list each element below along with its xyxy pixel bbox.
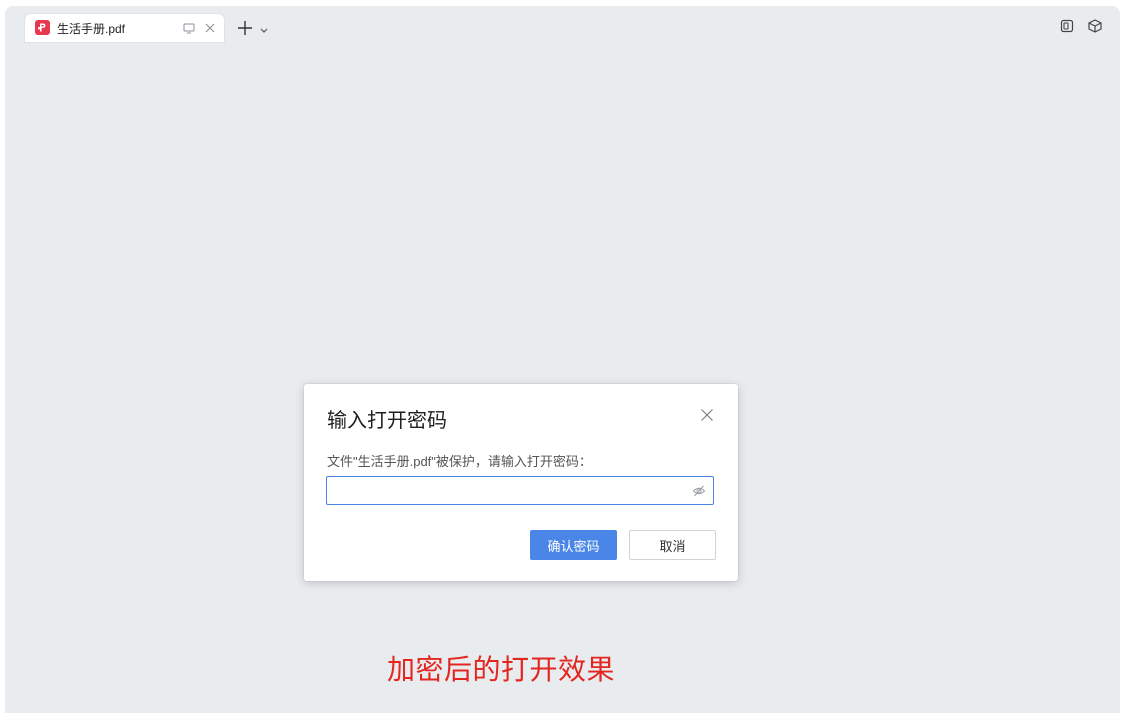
tab-title: 生活手册.pdf — [57, 22, 126, 36]
cancel-button[interactable]: 取消 — [629, 530, 716, 560]
cube-icon[interactable] — [1087, 18, 1103, 34]
app-window: 生活手册.pdf 输入打开密码 文件"生活手册.pdf"被保护，请输入打开密码：… — [5, 6, 1120, 713]
password-field — [326, 476, 714, 505]
layout-icon[interactable] — [1059, 18, 1075, 34]
eye-off-icon[interactable] — [692, 484, 706, 498]
monitor-icon[interactable] — [182, 21, 196, 35]
pdf-app-icon — [35, 20, 50, 35]
password-input[interactable] — [327, 477, 687, 504]
tab-bar: 生活手册.pdf — [5, 6, 1120, 44]
caption-text: 加密后的打开效果 — [387, 654, 616, 685]
password-dialog: 输入打开密码 文件"生活手册.pdf"被保护，请输入打开密码： 确认密码 取消 — [304, 384, 738, 581]
close-icon[interactable] — [700, 408, 714, 422]
tab-document[interactable]: 生活手册.pdf — [25, 14, 224, 42]
plus-icon[interactable] — [236, 19, 254, 37]
dialog-message: 文件"生活手册.pdf"被保护，请输入打开密码： — [327, 454, 592, 469]
dialog-title: 输入打开密码 — [327, 410, 447, 432]
confirm-password-button[interactable]: 确认密码 — [530, 530, 617, 560]
close-icon[interactable] — [203, 21, 217, 35]
chevron-down-icon[interactable] — [259, 22, 269, 33]
